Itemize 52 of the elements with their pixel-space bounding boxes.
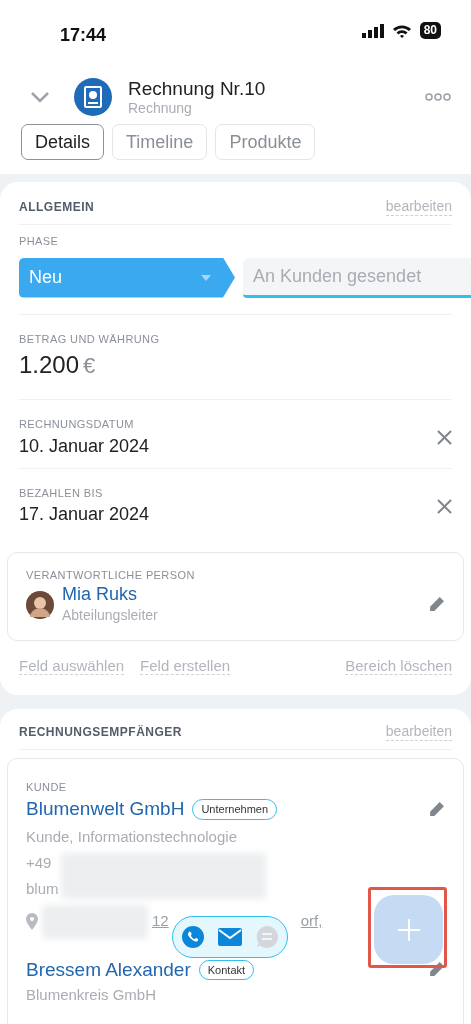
field-label: RECHNUNGSDATUM [19,417,135,432]
date-value: 17. Januar 2024 [19,503,151,526]
contact-link[interactable]: Bressem Alexander [26,955,191,984]
edit-link[interactable]: bearbeiten [385,722,452,741]
close-icon[interactable] [437,430,452,446]
tab[interactable]: Details [21,124,105,160]
contact-company: Blumenkreis GmbH [26,985,158,1005]
signal-icon [361,23,384,38]
company-details: Kunde, Informationstechnologie [26,826,238,847]
close-icon[interactable] [437,498,452,514]
edit-link[interactable]: bearbeiten [385,198,452,216]
caret-icon [201,274,211,281]
email-address[interactable]: blum [26,875,59,902]
field-label: KUNDE [26,779,68,795]
address-link[interactable]: 12 [152,910,169,933]
more-icon[interactable] [425,93,451,101]
field-label: PHASE [19,234,60,249]
field-label: VERANTWORTLICHE PERSON [26,568,196,583]
person-position: Abteilungsleiter [62,605,159,625]
person-link[interactable]: Mia Ruks [62,583,420,605]
tab[interactable]: Timeline [112,124,208,160]
section-title: RECHNUNGSEMPFÄNGER [19,723,182,741]
company-link[interactable]: Blumenwelt GmbH [26,795,185,824]
amount-value: 1.200 [19,350,80,380]
action-link[interactable]: Feld erstellen [140,656,231,675]
phone-number[interactable]: +49 [26,849,59,876]
currency-symbol: € [83,352,96,380]
section-title: ALLGEMEIN [19,199,95,216]
chevron-down-icon[interactable] [30,91,50,103]
action-link[interactable]: Feld auswählen [19,656,125,675]
pencil-icon[interactable] [428,596,445,613]
date-value: 10. Januar 2024 [19,434,151,458]
pencil-icon[interactable] [428,961,445,979]
invoice-icon [74,78,112,116]
phase-stage[interactable]: An Kunden gesendet [243,257,471,298]
plus-icon [396,917,421,942]
pencil-icon[interactable] [428,800,445,818]
battery-level: 80 [419,22,441,39]
field-label: BETRAG UND WÄHRUNG [19,331,161,347]
status-time: 17:44 [60,24,107,47]
location-pin-icon [26,913,38,930]
phase-stage[interactable]: Neu [19,257,235,298]
field-label: BEZAHLEN BIS [19,485,104,501]
record-type: Rechnung [128,100,193,116]
address-link[interactable]: orf, [300,910,323,933]
avatar [26,590,54,619]
record-title: Rechnung Nr.10 [128,78,267,100]
phone-icon[interactable] [182,926,204,948]
wifi-icon [391,23,412,38]
mail-icon[interactable] [218,928,242,946]
delete-section-link[interactable]: Bereich löschen [345,656,452,675]
tab[interactable]: Produkte [215,124,316,160]
